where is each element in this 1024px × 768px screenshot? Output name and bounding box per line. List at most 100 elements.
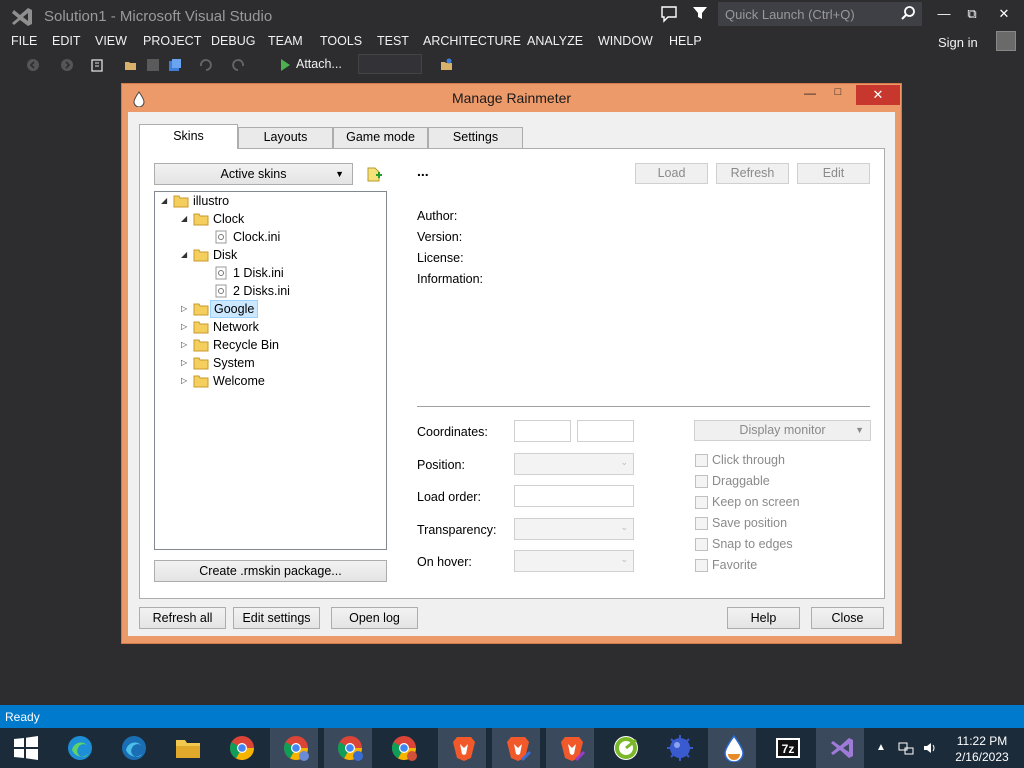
- taskbar-app[interactable]: [816, 728, 864, 768]
- refresh-button[interactable]: Refresh: [716, 163, 789, 184]
- menu-team[interactable]: TEAM: [268, 34, 303, 48]
- windows-taskbar: 7z: [0, 728, 1024, 768]
- help-button[interactable]: Help: [727, 607, 800, 629]
- tab-skins[interactable]: Skins: [139, 124, 238, 149]
- expanded-arrow-icon[interactable]: ◢: [161, 192, 171, 210]
- edit-button[interactable]: Edit: [797, 163, 870, 184]
- menu-debug[interactable]: DEBUG: [211, 34, 255, 48]
- menu-tools[interactable]: TOOLS: [320, 34, 362, 48]
- taskbar-app[interactable]: [546, 728, 594, 768]
- close-button[interactable]: Close: [811, 607, 884, 629]
- tree-node-label: 2 Disks.ini: [233, 284, 290, 298]
- checkbox-box[interactable]: [695, 517, 708, 530]
- solution-config-dropdown[interactable]: [358, 54, 422, 74]
- taskbar-app[interactable]: [54, 728, 102, 768]
- taskbar-app[interactable]: [162, 728, 210, 768]
- network-icon[interactable]: [898, 740, 914, 756]
- vs-title-bar: Solution1 - Microsoft Visual Studio Quic…: [0, 0, 1024, 32]
- load-button[interactable]: Load: [635, 163, 708, 184]
- load-order-field[interactable]: [514, 485, 634, 507]
- edit-settings-button[interactable]: Edit settings: [233, 607, 320, 629]
- taskbar-app[interactable]: [438, 728, 486, 768]
- taskbar-app[interactable]: [324, 728, 372, 768]
- account-icon[interactable]: [996, 31, 1016, 51]
- taskbar-app[interactable]: [492, 728, 540, 768]
- new-project-icon[interactable]: [90, 58, 104, 72]
- taskbar-app[interactable]: [708, 728, 756, 768]
- navigate-back-icon[interactable]: [26, 58, 40, 72]
- menu-architecture[interactable]: ARCHITECTURE: [423, 34, 521, 48]
- coordinate-y-field[interactable]: [577, 420, 634, 442]
- menu-file[interactable]: FILE: [11, 34, 37, 48]
- navigate-forward-icon[interactable]: [60, 58, 74, 72]
- taskbar-app[interactable]: [108, 728, 156, 768]
- menu-edit[interactable]: EDIT: [52, 34, 80, 48]
- skin-file-gear-icon: [215, 284, 227, 298]
- feedback-filter-icon[interactable]: [692, 5, 708, 21]
- create-rmskin-package-button[interactable]: Create .rmskin package...: [154, 560, 387, 582]
- dialog-minimize-button[interactable]: —: [798, 86, 822, 104]
- checkbox-box[interactable]: [695, 454, 708, 467]
- minimize-button[interactable]: —: [932, 4, 956, 24]
- volume-icon[interactable]: [922, 740, 938, 756]
- checkbox-box[interactable]: [695, 496, 708, 509]
- skins-tree[interactable]: ◢ illustro ◢ Clock Clock.ini ◢ Disk 1 Di…: [154, 191, 387, 550]
- sign-in-link[interactable]: Sign in: [938, 35, 978, 50]
- license-label: License:: [417, 251, 464, 265]
- notifications-icon[interactable]: [660, 5, 678, 23]
- checkbox-box[interactable]: [695, 538, 708, 551]
- system-clock[interactable]: 11:22 PM 2/16/2023: [952, 733, 1012, 765]
- attach-debugger-button[interactable]: Attach...: [296, 57, 342, 71]
- menu-help[interactable]: HELP: [669, 34, 702, 48]
- expanded-arrow-icon[interactable]: ◢: [181, 246, 191, 264]
- create-new-skin-icon[interactable]: [366, 165, 382, 183]
- menu-window[interactable]: WINDOW: [598, 34, 653, 48]
- undo-icon[interactable]: [198, 58, 212, 72]
- dialog-close-button[interactable]: ✕: [856, 85, 900, 105]
- taskbar-app[interactable]: [654, 728, 702, 768]
- collapsed-arrow-icon[interactable]: ▷: [181, 336, 191, 354]
- quick-launch-input[interactable]: Quick Launch (Ctrl+Q): [718, 2, 922, 26]
- taskbar-app[interactable]: [270, 728, 318, 768]
- search-icon[interactable]: [900, 5, 916, 21]
- menu-view[interactable]: VIEW: [95, 34, 127, 48]
- menu-project[interactable]: PROJECT: [143, 34, 201, 48]
- position-dropdown[interactable]: ⌄: [514, 453, 634, 475]
- display-monitor-dropdown[interactable]: Display monitor ▼: [694, 420, 871, 441]
- save-all-icon[interactable]: [168, 58, 182, 72]
- menu-test[interactable]: TEST: [377, 34, 409, 48]
- tab-game-mode[interactable]: Game mode: [333, 127, 428, 148]
- dialog-maximize-button[interactable]: □: [826, 86, 850, 104]
- redo-icon[interactable]: [232, 58, 246, 72]
- active-skins-dropdown[interactable]: Active skins ▼: [154, 163, 353, 185]
- show-hidden-icons-chevron-icon[interactable]: ▲: [876, 742, 886, 753]
- expanded-arrow-icon[interactable]: ◢: [181, 210, 191, 228]
- restore-button[interactable]: ⧉: [960, 4, 984, 24]
- open-log-button[interactable]: Open log: [331, 607, 418, 629]
- taskbar-app[interactable]: [600, 728, 648, 768]
- tab-settings[interactable]: Settings: [428, 127, 523, 148]
- skin-file-gear-icon: [215, 230, 227, 244]
- menu-analyze[interactable]: ANALYZE: [527, 34, 583, 48]
- taskbar-app[interactable]: 7z: [762, 728, 810, 768]
- dialog-title-bar[interactable]: Manage Rainmeter — □ ✕: [122, 84, 901, 112]
- checkbox-box[interactable]: [695, 559, 708, 572]
- start-button[interactable]: [0, 728, 48, 768]
- tab-layouts[interactable]: Layouts: [238, 127, 333, 148]
- on-hover-dropdown[interactable]: ⌄: [514, 550, 634, 572]
- coordinate-x-field[interactable]: [514, 420, 571, 442]
- collapsed-arrow-icon[interactable]: ▷: [181, 318, 191, 336]
- start-debug-icon[interactable]: [278, 58, 292, 72]
- taskbar-app[interactable]: [216, 728, 264, 768]
- checkbox-box[interactable]: [695, 475, 708, 488]
- taskbar-app[interactable]: [378, 728, 426, 768]
- collapsed-arrow-icon[interactable]: ▷: [181, 354, 191, 372]
- close-window-button[interactable]: ✕: [992, 4, 1016, 24]
- open-file-icon[interactable]: [124, 58, 138, 72]
- refresh-all-button[interactable]: Refresh all: [139, 607, 226, 629]
- save-icon[interactable]: [146, 58, 160, 72]
- transparency-dropdown[interactable]: ⌄: [514, 518, 634, 540]
- collapsed-arrow-icon[interactable]: ▷: [181, 372, 191, 390]
- find-in-files-icon[interactable]: [440, 58, 454, 72]
- collapsed-arrow-icon[interactable]: ▷: [181, 300, 191, 318]
